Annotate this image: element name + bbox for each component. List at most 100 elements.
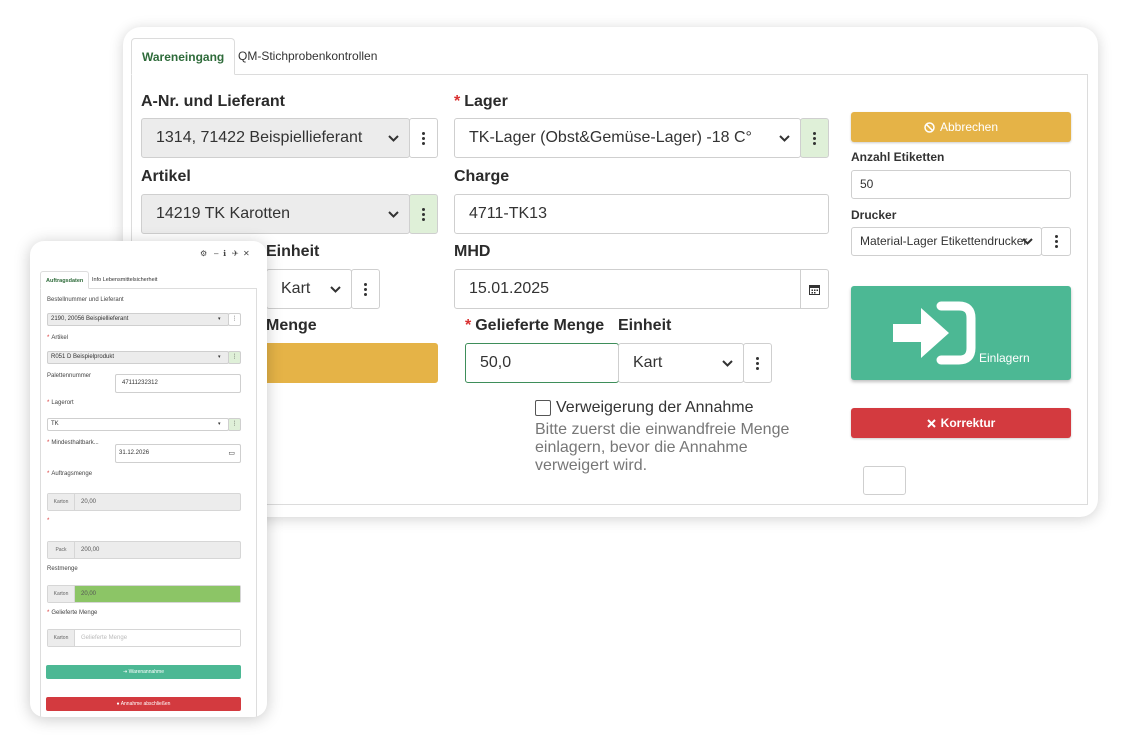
delivered-qty-label: * Gelieferte Menge bbox=[465, 317, 605, 334]
unit-left-value: Kart bbox=[281, 280, 311, 297]
pack-value: 200,00 bbox=[81, 547, 100, 553]
article-select[interactable]: R051 D Beispielprodukt ▾ bbox=[47, 351, 229, 364]
order-select[interactable]: 2190, 20056 Beispiellieferant ▾ bbox=[47, 313, 229, 326]
calendar-icon[interactable]: ▭ bbox=[228, 445, 235, 462]
mobile-toolbar: ⚙ – ℹ ✈ ✕ bbox=[30, 249, 267, 263]
tab-wareneingang[interactable]: Wareneingang bbox=[131, 38, 236, 75]
main-card: Wareneingang QM-Stichprobenkontrollen A-… bbox=[123, 27, 1098, 517]
delivered-input[interactable]: Gelieferte Menge bbox=[81, 630, 127, 646]
storage-label: * Lager bbox=[454, 93, 508, 110]
storage-select[interactable]: TK-Lager (Obst&Gemüse-Lager) -18 C° bbox=[454, 118, 801, 158]
unit-right-label: Einheit bbox=[618, 317, 672, 334]
receive-goods-button[interactable]: ⇥ Warenannahme bbox=[46, 665, 241, 679]
quantity-left-input[interactable] bbox=[266, 343, 438, 383]
quantity-left-label: Menge bbox=[266, 317, 317, 334]
refuse-hint: Bitte zuerst die einwandfreie Menge einl… bbox=[535, 421, 790, 474]
minus-icon[interactable]: – bbox=[214, 249, 218, 258]
supplier-options-button[interactable] bbox=[409, 118, 438, 158]
info-icon[interactable]: ℹ bbox=[223, 249, 226, 258]
pack-qty-group: Pack 200,00 bbox=[47, 541, 241, 559]
close-icon bbox=[926, 418, 936, 428]
unit-right-value: Kart bbox=[633, 354, 663, 371]
chevron-down-icon bbox=[386, 195, 400, 233]
chevron-down-icon bbox=[386, 119, 400, 157]
delivered-qty-input[interactable]: 50,0 bbox=[465, 343, 619, 383]
pallet-input[interactable]: 47111232312 bbox=[115, 374, 241, 393]
chevron-down-icon bbox=[1020, 228, 1034, 255]
send-icon[interactable]: ✈ bbox=[232, 249, 239, 258]
settings-icon[interactable]: ⚙ bbox=[200, 249, 207, 258]
mobile-panel: Bestellnummer und Lieferant 2190, 20056 … bbox=[40, 288, 257, 717]
kebab-menu-icon bbox=[756, 356, 760, 370]
pallet-label: Palettennummer bbox=[47, 373, 92, 379]
supplier-label: A-Nr. und Lieferant bbox=[141, 93, 286, 110]
tab-info-lebensmittelsicherheit[interactable]: Info Lebensmittelsicherheit bbox=[87, 271, 162, 289]
location-label: * Lagerort bbox=[47, 400, 74, 406]
refuse-checkbox-row[interactable]: Verweigerung der Annahme bbox=[535, 399, 753, 417]
rest-qty-group: Karton 20,00 bbox=[47, 585, 241, 603]
chevron-down-icon: ▾ bbox=[218, 354, 221, 360]
delivered-unit: Karton bbox=[48, 630, 75, 646]
article-select[interactable]: 14219 TK Karotten bbox=[141, 194, 410, 234]
rest-unit: Karton bbox=[48, 586, 75, 602]
kebab-menu-icon bbox=[1054, 235, 1058, 248]
article-options-button[interactable] bbox=[409, 194, 438, 234]
chevron-down-icon: ▾ bbox=[218, 316, 221, 322]
kebab-menu-icon bbox=[422, 131, 426, 145]
tab-qm-stichproben[interactable]: QM-Stichprobenkontrollen bbox=[228, 38, 387, 75]
chevron-down-icon bbox=[328, 270, 342, 308]
article-options-button[interactable]: ⋮ bbox=[228, 351, 241, 364]
order-qty-label: * Auftragsmenge bbox=[47, 471, 93, 477]
tab-auftragsdaten[interactable]: Auftragsdaten bbox=[40, 271, 90, 289]
store-button[interactable]: Einlagern bbox=[851, 286, 1071, 380]
close-icon[interactable]: ✕ bbox=[243, 249, 250, 258]
mhd-input[interactable]: 31.12.2026 ▭ bbox=[115, 444, 241, 463]
printer-select[interactable]: Material-Lager Etikettendrucker bbox=[851, 227, 1042, 256]
unit-right-select[interactable]: Kart bbox=[618, 343, 744, 383]
small-input-box[interactable] bbox=[863, 466, 906, 495]
unit-left-label: Einheit bbox=[266, 243, 320, 260]
rest-value: 20,00 bbox=[81, 591, 97, 597]
close-receipt-button[interactable]: ● Annahme abschließen bbox=[46, 697, 241, 711]
storage-options-button[interactable] bbox=[800, 118, 829, 158]
order-options-button[interactable]: ⋮ bbox=[228, 313, 241, 326]
mobile-view: ⚙ – ℹ ✈ ✕ Auftragsdaten Info Lebensmitte… bbox=[30, 241, 267, 717]
order-label: Bestellnummer und Lieferant bbox=[47, 297, 124, 303]
kebab-menu-icon bbox=[813, 131, 817, 145]
printer-options-button[interactable] bbox=[1041, 227, 1071, 256]
calendar-icon bbox=[809, 284, 820, 295]
batch-label: Charge bbox=[454, 168, 510, 185]
supplier-value: 1314, 71422 Beispiellieferant bbox=[156, 129, 363, 146]
delivered-qty-group[interactable]: Karton Gelieferte Menge bbox=[47, 629, 241, 647]
location-options-button[interactable]: ⋮ bbox=[228, 418, 241, 431]
required-marker: * bbox=[47, 518, 50, 524]
calendar-button[interactable] bbox=[800, 269, 829, 309]
printer-label: Drucker bbox=[851, 208, 897, 222]
refuse-checkbox[interactable] bbox=[535, 400, 551, 416]
sign-in-icon bbox=[893, 301, 976, 365]
delivered-label: * Gelieferte Menge bbox=[47, 610, 98, 616]
rest-label: Restmenge bbox=[47, 566, 78, 572]
article-label: * Artikel bbox=[47, 335, 69, 341]
goods-receipt-panel: A-Nr. und Lieferant 1314, 71422 Beispiel… bbox=[131, 74, 1088, 505]
kebab-menu-icon bbox=[364, 282, 368, 296]
chevron-down-icon: ▾ bbox=[218, 421, 221, 427]
supplier-select[interactable]: 1314, 71422 Beispiellieferant bbox=[141, 118, 410, 158]
pack-unit: Pack bbox=[48, 542, 75, 558]
label-count-input[interactable]: 50 bbox=[851, 170, 1071, 199]
unit-left-select[interactable]: Kart bbox=[266, 269, 352, 309]
best-before-input[interactable]: 15.01.2025 bbox=[454, 269, 801, 309]
batch-input[interactable]: 4711-TK13 bbox=[454, 194, 829, 234]
location-select[interactable]: TK ▾ bbox=[47, 418, 229, 431]
unit-left-options-button[interactable] bbox=[351, 269, 380, 309]
chevron-down-icon bbox=[777, 119, 791, 157]
article-value: 14219 TK Karotten bbox=[156, 205, 291, 222]
correction-button[interactable]: Korrektur bbox=[851, 408, 1071, 438]
chevron-down-icon bbox=[720, 344, 734, 382]
storage-value: TK-Lager (Obst&Gemüse-Lager) -18 C° bbox=[469, 129, 752, 146]
label-count-label: Anzahl Etiketten bbox=[851, 150, 945, 164]
cancel-button[interactable]: Abbrechen bbox=[851, 112, 1071, 142]
printer-value: Material-Lager Etikettendrucker bbox=[860, 234, 1028, 248]
unit-right-options-button[interactable] bbox=[743, 343, 772, 383]
refuse-label: Verweigerung der Annahme bbox=[556, 399, 754, 416]
